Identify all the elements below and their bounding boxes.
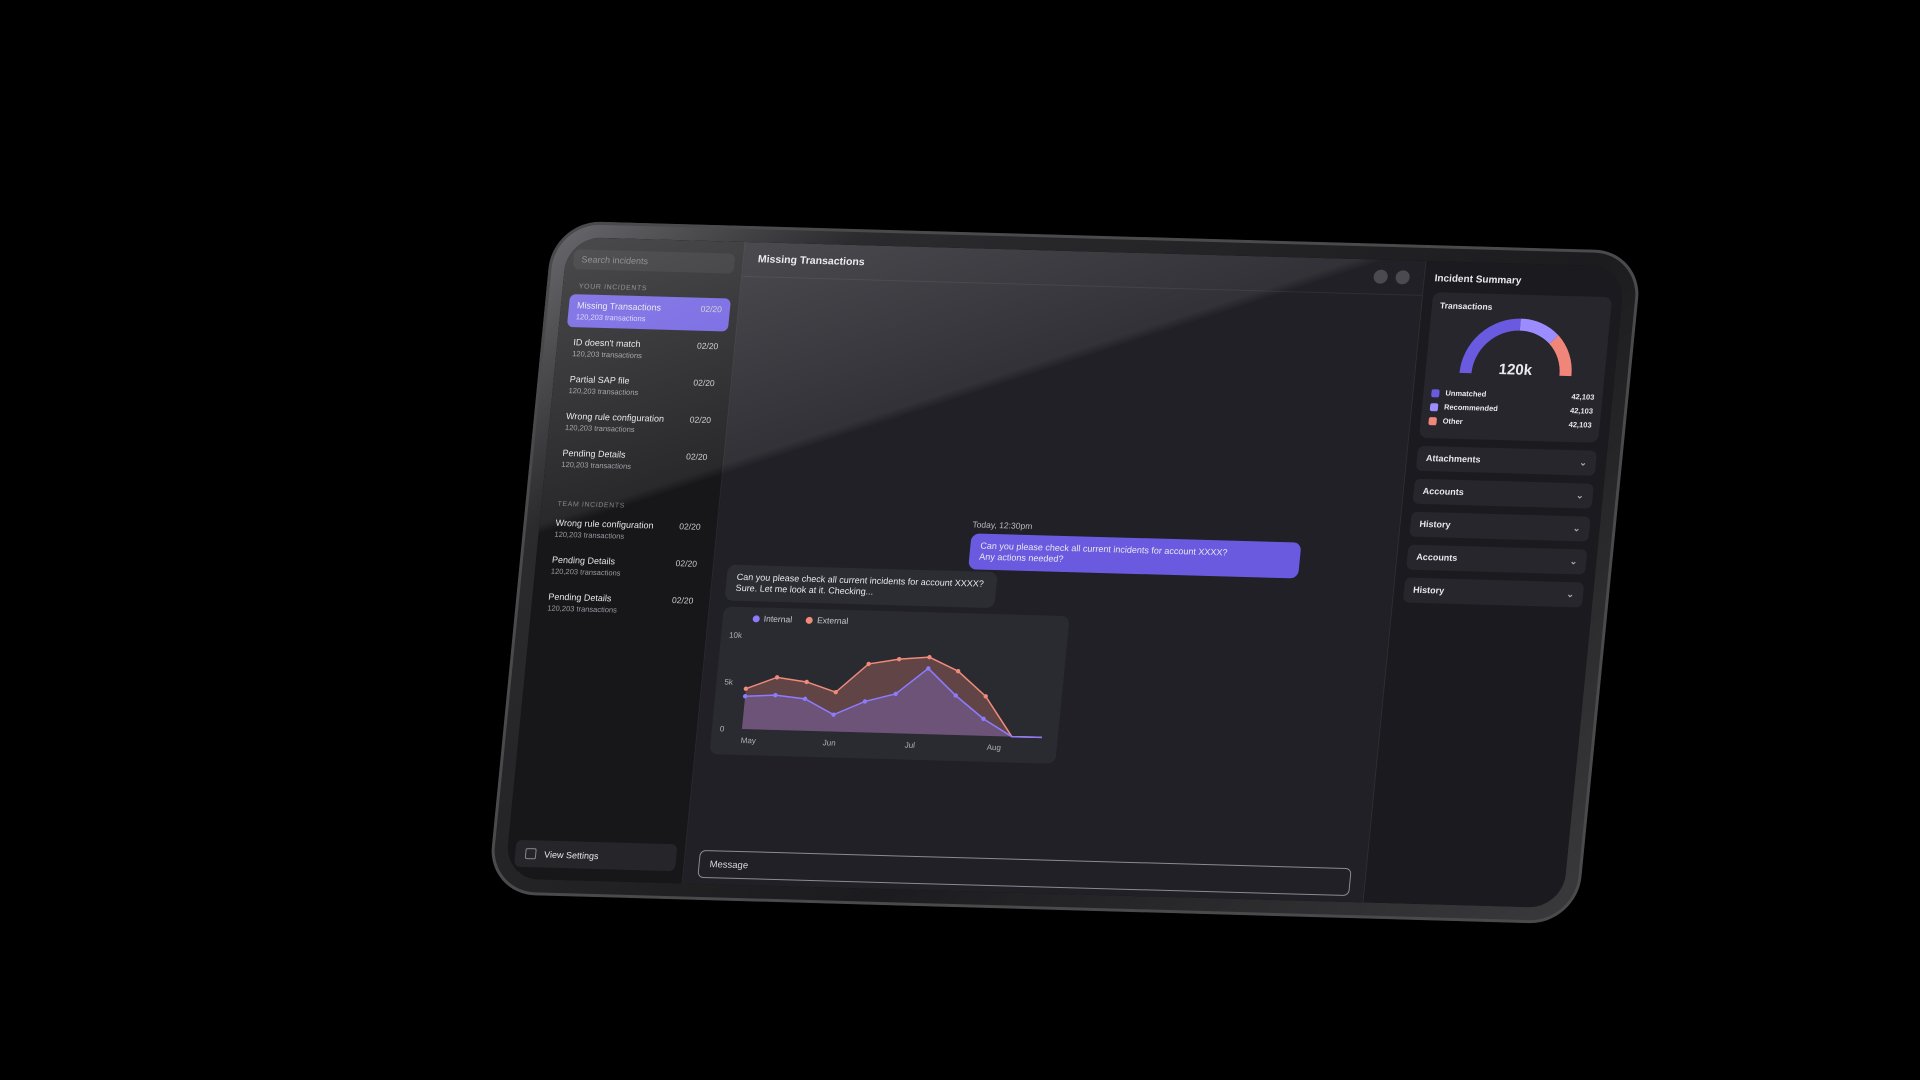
chat-area: Today, 12:30pm Can you please check all … — [687, 277, 1422, 863]
incident-date: 02/20 — [675, 558, 698, 569]
team-item-pending-details[interactable]: Pending Details 120,203 transactions 02/… — [542, 548, 706, 585]
action-circle-icon[interactable] — [1372, 269, 1389, 284]
legend-value: 42,103 — [1569, 406, 1594, 416]
bot-message-bubble: Can you please check all current inciden… — [724, 564, 998, 609]
tablet-device: Search incidents YOUR INCIDENTS Missing … — [487, 220, 1643, 925]
accordion-attachments[interactable]: Attachments ⌄ — [1415, 445, 1598, 476]
legend-label: External — [816, 615, 849, 626]
chevron-down-icon: ⌄ — [1569, 556, 1578, 567]
legend-value: 42,103 — [1568, 420, 1593, 430]
chevron-down-icon: ⌄ — [1572, 523, 1582, 534]
incident-title: Pending Details — [551, 554, 616, 567]
legend-row-other: Other 42,103 — [1428, 416, 1592, 430]
accordion-history-2[interactable]: History ⌄ — [1402, 577, 1585, 608]
incident-subtitle: 120,203 transactions — [571, 349, 643, 361]
accordion-label: History — [1419, 518, 1452, 530]
legend-swatch-icon — [1429, 402, 1439, 411]
legend-swatch-icon — [1431, 388, 1440, 397]
accordion-accounts-2[interactable]: Accounts ⌄ — [1406, 544, 1588, 575]
conversation-title: Missing Transactions — [757, 253, 866, 269]
legend-row-recommended: Recommended 42,103 — [1429, 402, 1594, 416]
legend-internal: Internal — [752, 613, 793, 625]
incident-subtitle: 120,203 transactions — [564, 422, 636, 434]
incident-item-wrong-rule[interactable]: Wrong rule configuration 120,203 transac… — [556, 405, 720, 442]
legend-row-unmatched: Unmatched 42,103 — [1431, 388, 1595, 402]
x-tick-label: May — [740, 736, 756, 745]
header-actions — [1372, 269, 1411, 285]
incident-subtitle: 120,203 transactions — [550, 566, 621, 578]
legend-label: Internal — [763, 613, 793, 625]
incident-date: 02/20 — [689, 414, 712, 426]
y-tick-label: 10k — [729, 631, 744, 640]
view-settings-label: View Settings — [543, 849, 600, 861]
tablet-screen: Search incidents YOUR INCIDENTS Missing … — [504, 236, 1626, 909]
legend-value: 42,103 — [1571, 392, 1595, 402]
accordion-label: Accounts — [1422, 485, 1465, 498]
your-incidents-label: YOUR INCIDENTS — [578, 283, 648, 293]
accordion-label: History — [1412, 584, 1445, 596]
incident-subtitle: 120,203 transactions — [554, 529, 625, 541]
transactions-gauge: 120k — [1455, 315, 1581, 379]
legend-external: External — [805, 615, 849, 626]
legend-name: Recommended — [1443, 402, 1499, 414]
view-settings-button[interactable]: View Settings — [513, 839, 678, 872]
y-tick-label: 0 — [719, 724, 725, 733]
incident-date: 02/20 — [671, 595, 694, 606]
stage: Search incidents YOUR INCIDENTS Missing … — [0, 0, 1920, 1080]
incident-date: 02/20 — [685, 451, 708, 462]
transactions-chart-card: 0 5k 10k May Jun Jul Aug Internal External — [709, 606, 1070, 764]
incident-item-pending-details[interactable]: Pending Details 120,203 transactions 02/… — [552, 442, 716, 479]
x-tick-label: Jun — [822, 738, 836, 747]
transactions-card: Transactions 120k Unmatched 42,103 Recom… — [1419, 292, 1613, 443]
legend-swatch-icon — [1428, 416, 1438, 425]
message-timestamp: Today, 12:30pm — [971, 519, 1033, 532]
gauge-value: 120k — [1497, 361, 1533, 379]
user-message-bubble: Can you please check all current inciden… — [968, 533, 1302, 579]
legend-name: Unmatched — [1445, 388, 1487, 399]
legend-name: Other — [1442, 416, 1464, 427]
incident-subtitle: 120,203 transactions — [560, 459, 632, 471]
y-tick-label: 5k — [724, 678, 734, 687]
incident-date: 02/20 — [678, 521, 702, 532]
incident-title: Pending Details — [562, 447, 627, 460]
conversation-panel: Missing Transactions Today, 12:30pm Can … — [682, 241, 1426, 903]
accordion-label: Accounts — [1415, 551, 1458, 563]
x-tick-label: Aug — [986, 743, 1001, 752]
incident-date: 02/20 — [692, 377, 716, 389]
incident-subtitle: 120,203 transactions — [546, 603, 618, 615]
legend-dot-icon — [805, 617, 814, 625]
chevron-down-icon: ⌄ — [1578, 457, 1588, 468]
incident-item-id-mismatch[interactable]: ID doesn't match 120,203 transactions 02… — [563, 331, 727, 368]
team-item-pending-details-2[interactable]: Pending Details 120,203 transactions 02/… — [538, 585, 702, 622]
gauge-recommended-arc — [1518, 318, 1559, 344]
team-item-wrong-rule[interactable]: Wrong rule configuration 120,203 transac… — [546, 512, 710, 549]
search-input[interactable]: Search incidents — [572, 249, 736, 274]
action-circle-icon[interactable] — [1394, 270, 1411, 285]
incident-subtitle: 120,203 transactions — [575, 312, 646, 324]
area-chart: 0 5k 10k May Jun Jul Aug — [719, 631, 1042, 752]
incident-title: Partial SAP file — [569, 374, 631, 386]
chevron-down-icon: ⌄ — [1575, 490, 1585, 501]
settings-icon — [524, 848, 537, 860]
incident-title: Wrong rule configuration — [565, 411, 665, 424]
incident-date: 02/20 — [700, 303, 723, 315]
legend-dot-icon — [752, 615, 761, 623]
incident-item-partial-sap[interactable]: Partial SAP file 120,203 transactions 02… — [560, 368, 724, 405]
incident-date: 02/20 — [696, 340, 719, 352]
accordion-accounts[interactable]: Accounts ⌄ — [1412, 478, 1594, 509]
incident-subtitle: 120,203 transactions — [568, 386, 639, 398]
accordion-label: Attachments — [1425, 453, 1482, 465]
x-tick-label: Jul — [904, 741, 915, 750]
incident-title: ID doesn't match — [572, 337, 642, 350]
incident-title: Pending Details — [547, 591, 612, 604]
chevron-down-icon: ⌄ — [1566, 589, 1575, 600]
summary-title: Incident Summary — [1434, 273, 1522, 287]
accordion-history[interactable]: History ⌄ — [1409, 511, 1591, 542]
incident-item-missing-transactions[interactable]: Missing Transactions 120,203 transaction… — [566, 294, 732, 332]
incident-title: Wrong rule configuration — [555, 517, 655, 531]
incident-title: Missing Transactions — [576, 300, 662, 313]
transactions-card-title: Transactions — [1439, 300, 1493, 312]
team-incidents-label: TEAM INCIDENTS — [557, 500, 626, 510]
